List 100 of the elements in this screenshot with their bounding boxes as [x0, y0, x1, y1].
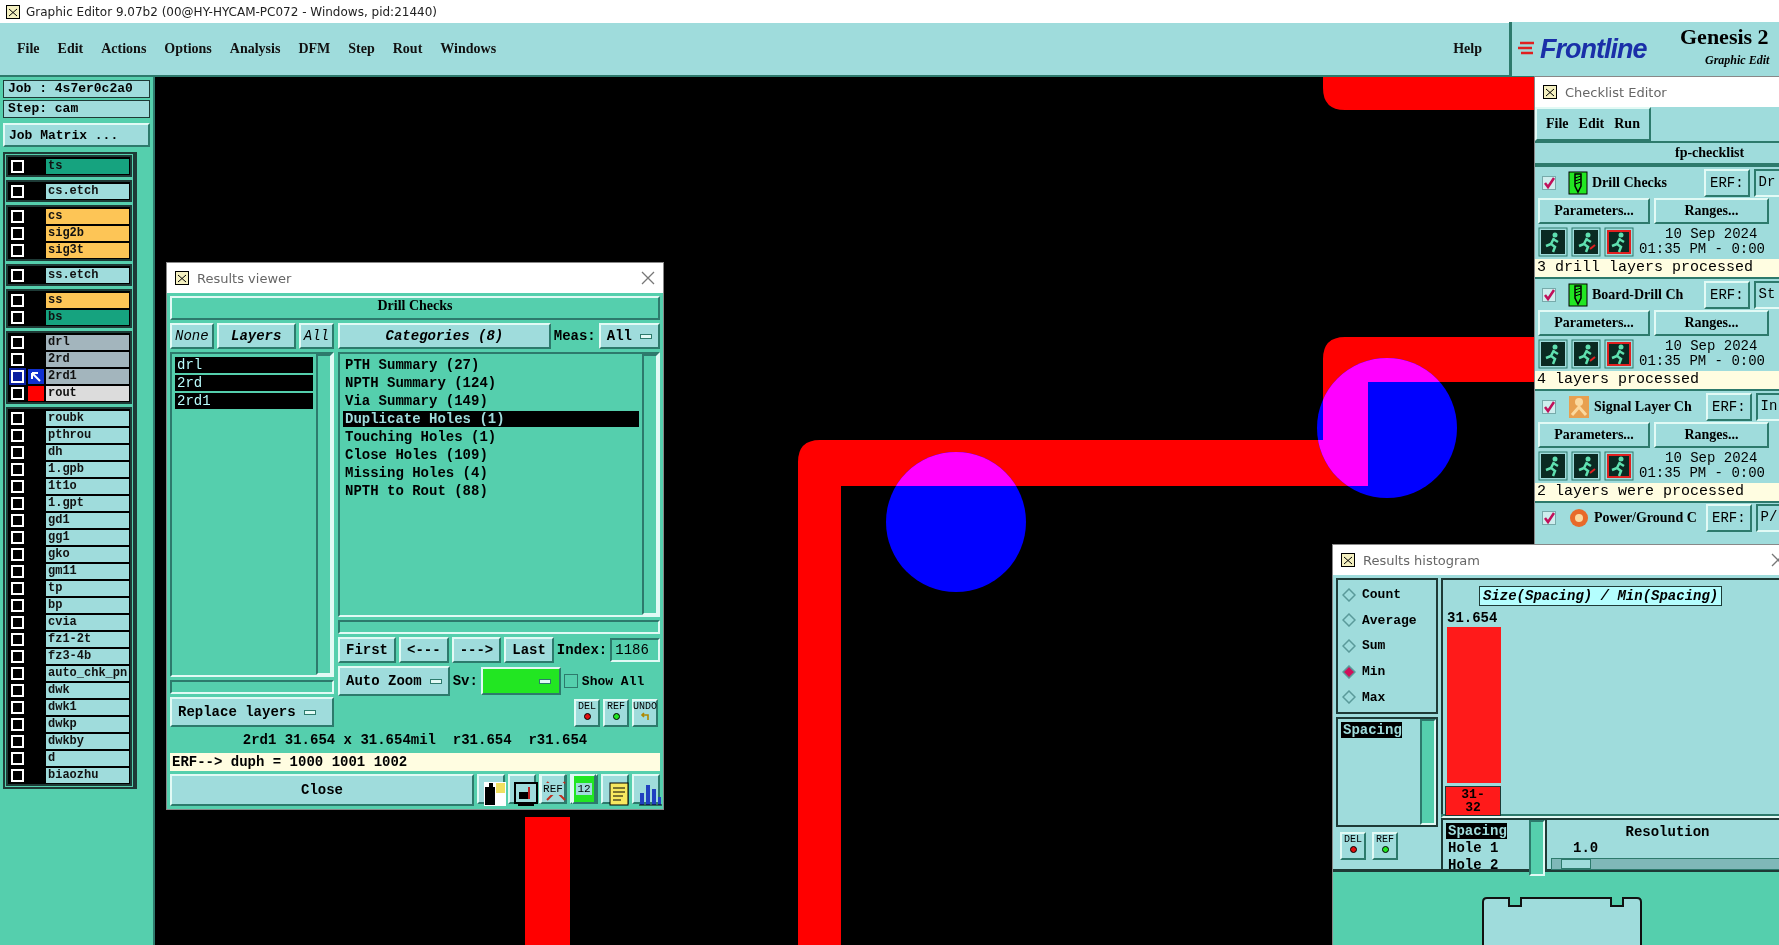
layer-checkbox[interactable] [11, 159, 24, 173]
meas-dropdown[interactable]: All [598, 323, 660, 349]
running-figure-icon[interactable] [1538, 339, 1568, 370]
layer-checkbox[interactable] [11, 615, 24, 629]
layer-filter-button[interactable]: Layers [216, 323, 296, 349]
layer-checkbox[interactable] [11, 496, 24, 510]
layer-checkbox[interactable] [11, 386, 24, 400]
check-mark-checkbox[interactable] [1542, 511, 1556, 525]
menu-item[interactable]: Analysis [220, 37, 290, 61]
layer-checkbox[interactable] [11, 352, 24, 366]
layer-checkbox[interactable] [11, 547, 24, 561]
category-item[interactable]: Missing Holes (4) [343, 465, 639, 481]
layer-name[interactable]: d [46, 750, 129, 766]
layer-name[interactable]: dwkp [46, 716, 129, 732]
ranges-button[interactable]: Ranges... [1654, 310, 1769, 337]
layer-name[interactable]: drl [46, 334, 129, 350]
layer-checkbox[interactable] [11, 530, 24, 544]
layer-checkbox[interactable] [11, 751, 24, 765]
mode-option[interactable]: Sum [1342, 638, 1432, 654]
nav-button[interactable]: ---> [451, 637, 502, 663]
category-item[interactable]: Via Summary (149) [343, 393, 639, 409]
layer-name[interactable]: 2rd [46, 351, 129, 367]
layer-checkbox[interactable] [11, 768, 24, 782]
layer-name[interactable]: dwk [46, 682, 129, 698]
layer-name[interactable]: gg1 [46, 529, 129, 545]
del-button[interactable]: DEL [574, 699, 600, 727]
layer-name[interactable]: ss.etch [46, 267, 129, 283]
index-field[interactable]: 1186 [610, 638, 660, 662]
layer-name[interactable]: biaozhu [46, 767, 129, 783]
parameters-button[interactable]: Parameters... [1538, 422, 1650, 449]
running-figure-icon[interactable] [1604, 339, 1634, 370]
layer-checkbox[interactable] [11, 293, 24, 307]
erf-field[interactable]: Dr [1753, 168, 1779, 197]
resolution-slider[interactable] [1551, 858, 1779, 870]
category-item[interactable]: PTH Summary (27) [343, 357, 639, 373]
menu-item[interactable]: Step [339, 37, 384, 61]
layer-checkbox[interactable] [11, 513, 24, 527]
layer-name[interactable]: tp [46, 580, 129, 596]
parameters-button[interactable]: Parameters... [1538, 198, 1650, 225]
list-item[interactable]: 2rd1 [175, 393, 313, 409]
menu-item[interactable]: Run [1609, 116, 1645, 132]
horizontal-scrollbar[interactable] [1441, 814, 1779, 818]
categories-button[interactable]: Categories (8) [338, 323, 551, 349]
menu-item[interactable]: Actions [92, 37, 156, 61]
menu-item[interactable]: DFM [289, 37, 340, 61]
layer-name[interactable]: gd1 [46, 512, 129, 528]
close-button[interactable]: Close [170, 774, 474, 806]
radio-diamond-icon[interactable] [1342, 664, 1356, 679]
check-mark-checkbox[interactable] [1542, 287, 1556, 302]
list-item[interactable]: 2rd [175, 375, 313, 391]
numbers-button[interactable]: 12 [572, 774, 596, 804]
running-figure-icon[interactable] [1571, 227, 1601, 258]
layer-checkbox[interactable] [11, 666, 24, 680]
slider-thumb[interactable] [1561, 859, 1592, 869]
help-menu[interactable]: Help [1444, 37, 1491, 61]
layer-name[interactable]: pthrou [46, 427, 129, 443]
menu-item[interactable]: Options [155, 37, 221, 61]
list-item[interactable]: Spacing [1446, 823, 1507, 839]
running-figure-icon[interactable] [1604, 451, 1634, 482]
running-figure-icon[interactable] [1538, 451, 1568, 482]
layer-checkbox[interactable] [11, 209, 24, 223]
layer-name[interactable]: cs.etch [46, 183, 129, 199]
layer-name[interactable]: cvia [46, 614, 129, 630]
radio-diamond-icon[interactable] [1342, 613, 1356, 628]
del-button[interactable]: DEL [1340, 832, 1366, 860]
layer-filter-button[interactable]: All [298, 323, 334, 349]
layer-checkbox[interactable] [11, 310, 24, 324]
running-figure-icon[interactable] [1571, 451, 1601, 482]
nav-button[interactable]: First [338, 637, 396, 663]
radio-diamond-icon[interactable] [1342, 587, 1356, 602]
layer-checkbox[interactable] [11, 428, 24, 442]
layer-checkbox[interactable] [11, 734, 24, 748]
layer-checkbox[interactable] [11, 462, 24, 476]
figure-icon[interactable] [481, 779, 509, 809]
erf-button[interactable]: ERF: [1704, 280, 1750, 309]
layer-name[interactable]: 1.gpb [46, 461, 129, 477]
vertical-scrollbar[interactable] [316, 354, 332, 675]
horizontal-scrollbar[interactable] [338, 620, 660, 634]
running-figure-icon[interactable] [1571, 339, 1601, 370]
menu-item[interactable]: Edit [48, 37, 93, 61]
job-matrix-button[interactable]: Job Matrix ... [3, 123, 150, 147]
layer-name[interactable]: gm11 [46, 563, 129, 579]
layer-checkbox[interactable] [11, 683, 24, 697]
layer-name[interactable]: rout [46, 385, 129, 401]
mode-option[interactable]: Average [1342, 612, 1432, 628]
show-all-checkbox[interactable]: Show All [563, 673, 645, 689]
category-item[interactable]: Duplicate Holes (1) [343, 411, 639, 427]
erf-field[interactable]: P/ [1755, 504, 1779, 532]
layer-checkbox[interactable] [11, 243, 24, 257]
layer-checkbox[interactable] [11, 632, 24, 646]
layer-checkbox[interactable] [11, 598, 24, 612]
list-item[interactable]: Hole 2 [1446, 857, 1499, 873]
layer-checkbox[interactable] [11, 717, 24, 731]
layer-name[interactable]: auto_chk_pn [46, 665, 129, 681]
layer-checkbox[interactable] [11, 268, 24, 282]
replace-layers-dropdown[interactable]: Replace layers [170, 697, 334, 727]
layer-name[interactable]: cs [46, 208, 129, 224]
monitor-icon[interactable] [512, 779, 540, 809]
layer-name[interactable]: fz3-4b [46, 648, 129, 664]
vertical-scrollbar[interactable] [642, 354, 658, 615]
